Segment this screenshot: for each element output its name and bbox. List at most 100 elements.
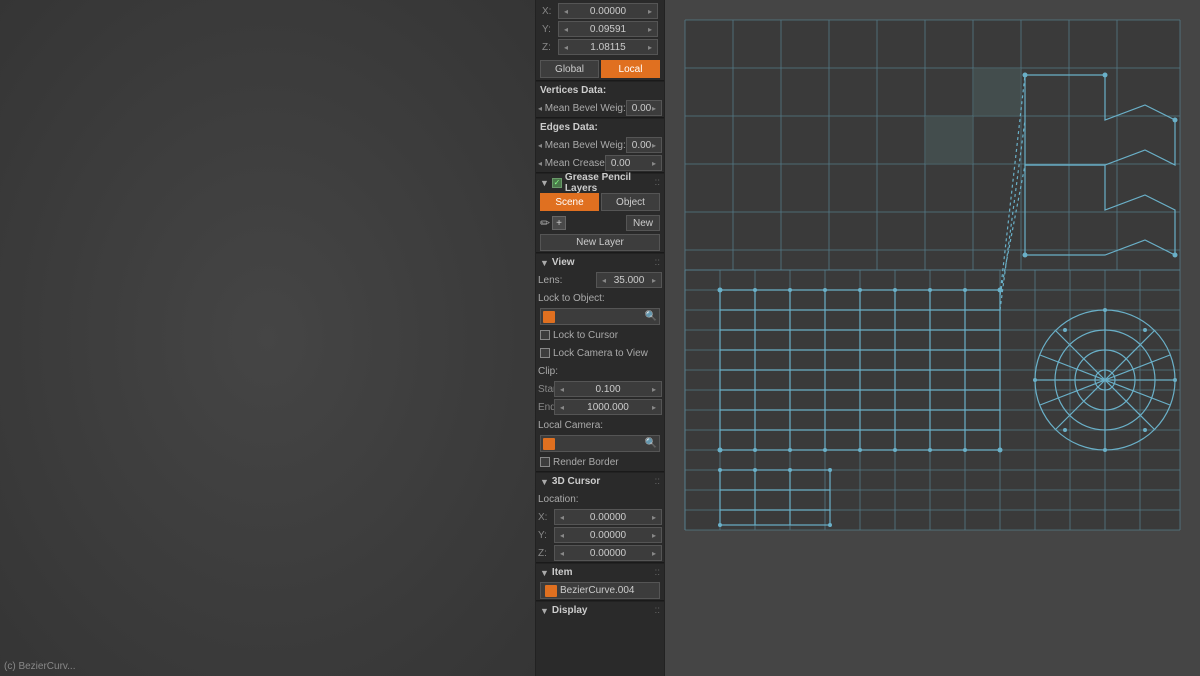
- cursor-z-input[interactable]: ◂ 0.00000 ▸: [554, 545, 662, 561]
- item-name-value: BezierCurve.004: [560, 585, 634, 596]
- lens-input[interactable]: ◂ 35.000 ▸: [596, 272, 662, 288]
- clip-end-row: End: ◂ 1000.000 ▸: [536, 398, 664, 416]
- lens-value: 35.000: [614, 275, 645, 286]
- properties-panel: X: ◂ 0.00000 ▸ Y: ◂ 0.09591 ▸ Z:: [535, 0, 665, 676]
- lock-camera-checkbox[interactable]: [540, 348, 550, 358]
- item-dots: ::: [654, 567, 660, 578]
- clip-end-input[interactable]: ◂ 1000.000 ▸: [554, 399, 662, 415]
- x-right-arrow: ▸: [648, 7, 652, 16]
- gp-check-icon: ✓: [554, 178, 561, 187]
- view-dots: ::: [654, 257, 660, 268]
- x-input[interactable]: ◂ 0.00000 ▸: [558, 3, 658, 19]
- global-tab[interactable]: Global: [540, 60, 599, 78]
- cursor-z-row: Z: ◂ 0.00000 ▸: [536, 544, 664, 562]
- local-camera-row: Local Camera:: [536, 416, 664, 434]
- y-input[interactable]: ◂ 0.09591 ▸: [558, 21, 658, 37]
- item-name-field[interactable]: BezierCurve.004: [540, 582, 660, 599]
- local-camera-search-icon: 🔍: [645, 438, 657, 449]
- lock-object-icon: [543, 311, 555, 323]
- grease-pencil-label: Grease Pencil Layers: [565, 172, 655, 194]
- lock-cursor-label: Lock to Cursor: [553, 330, 660, 341]
- viewport-uv[interactable]: [665, 0, 1200, 676]
- y-value: 0.09591: [590, 24, 626, 35]
- edges-mean-bevel-input[interactable]: 0.00 ▸: [626, 137, 662, 153]
- gp-pencil-row: ✏ + New: [536, 213, 664, 233]
- z-right-arrow: ▸: [648, 43, 652, 52]
- render-border-label: Render Border: [553, 457, 660, 468]
- gp-plus-btn[interactable]: +: [552, 216, 566, 230]
- vertices-mean-bevel-input[interactable]: 0.00 ▸: [626, 100, 662, 116]
- lock-camera-row: Lock Camera to View: [536, 344, 664, 362]
- uv-viewport-svg: [665, 0, 1200, 676]
- view-header: ▼ View ::: [536, 253, 664, 271]
- clip-start-input[interactable]: ◂ 0.100 ▸: [554, 381, 662, 397]
- cursor-y-value: 0.00000: [590, 530, 626, 541]
- mean-crease-value: 0.00: [611, 158, 630, 169]
- edges-mean-bevel-value: 0.00: [632, 140, 651, 151]
- z-input[interactable]: ◂ 1.08115 ▸: [558, 39, 658, 55]
- local-camera-field[interactable]: 🔍: [540, 435, 660, 452]
- item-icon: [545, 585, 557, 597]
- clip-end-value: 1000.000: [587, 402, 629, 413]
- object-tab[interactable]: Object: [601, 193, 660, 211]
- cursor-y-input[interactable]: ◂ 0.00000 ▸: [554, 527, 662, 543]
- coord-tab-row: Global Local: [540, 60, 660, 78]
- viewport-3d[interactable]: Y X Z (c) BezierCurv...: [0, 0, 535, 676]
- edges-data-header: Edges Data:: [536, 118, 664, 136]
- edges-data-label: Edges Data:: [540, 122, 660, 133]
- mean-crease-row: ◂ Mean Crease 0.00 ▸: [536, 154, 664, 172]
- display-label: Display: [552, 605, 655, 616]
- vertices-mean-bevel-row: ◂ Mean Bevel Weig: 0.00 ▸: [536, 99, 664, 117]
- local-camera-icon: [543, 438, 555, 450]
- local-tab[interactable]: Local: [601, 60, 660, 78]
- mean-crease-input[interactable]: 0.00 ▸: [605, 155, 662, 171]
- y-left-arrow: ◂: [564, 25, 568, 34]
- lock-cursor-row: Lock to Cursor: [536, 326, 664, 344]
- lock-search-icon: 🔍: [645, 311, 657, 322]
- cursor-z-label: Z:: [538, 548, 554, 559]
- view-triangle: ▼: [540, 258, 549, 268]
- x-left-arrow: ◂: [564, 7, 568, 16]
- lock-to-object-field[interactable]: 🔍: [540, 308, 660, 325]
- lock-camera-label: Lock Camera to View: [553, 348, 660, 359]
- x-field-row: X: ◂ 0.00000 ▸: [540, 2, 660, 20]
- z-left-arrow: ◂: [564, 43, 568, 52]
- clip-label: Clip:: [538, 366, 662, 377]
- display-dots: ::: [654, 605, 660, 616]
- viewport-background: [0, 0, 535, 676]
- vertices-mean-bevel-value: 0.00: [632, 103, 651, 114]
- gp-dots: ::: [654, 177, 660, 188]
- item-triangle: ▼: [540, 568, 549, 578]
- cursor-x-label: X:: [538, 512, 554, 523]
- new-layer-btn[interactable]: New Layer: [540, 234, 660, 251]
- lock-cursor-checkbox[interactable]: [540, 330, 550, 340]
- cursor-location-label: Location:: [538, 494, 662, 505]
- vertices-data-label: Vertices Data:: [540, 85, 660, 96]
- x-value: 0.00000: [590, 6, 626, 17]
- render-border-checkbox[interactable]: [540, 457, 550, 467]
- vmbw-right-arrow: ▸: [652, 104, 656, 113]
- display-header: ▼ Display ::: [536, 601, 664, 619]
- edges-mean-bevel-row: ◂ Mean Bevel Weig: 0.00 ▸: [536, 136, 664, 154]
- gp-new-btn[interactable]: New: [626, 215, 660, 231]
- cursor-x-value: 0.00000: [590, 512, 626, 523]
- gp-checkbox[interactable]: ✓: [552, 178, 562, 188]
- cursor-3d-header: ▼ 3D Cursor ::: [536, 472, 664, 490]
- cursor-location-row: Location:: [536, 490, 664, 508]
- z-field-row: Z: ◂ 1.08115 ▸: [540, 38, 660, 56]
- cursor-x-input[interactable]: ◂ 0.00000 ▸: [554, 509, 662, 525]
- clip-start-value: 0.100: [595, 384, 620, 395]
- cursor-y-label: Y:: [538, 530, 554, 541]
- scene-tab[interactable]: Scene: [540, 193, 599, 211]
- lens-label: Lens:: [538, 275, 596, 286]
- clip-start-row: Start: ◂ 0.100 ▸: [536, 380, 664, 398]
- lock-to-object-label: Lock to Object:: [538, 293, 662, 304]
- pencil-icon: ✏: [540, 216, 550, 230]
- location-section: X: ◂ 0.00000 ▸ Y: ◂ 0.09591 ▸ Z:: [536, 0, 664, 58]
- lens-row: Lens: ◂ 35.000 ▸: [536, 271, 664, 289]
- z-label: Z:: [542, 42, 558, 53]
- item-header: ▼ Item ::: [536, 563, 664, 581]
- clip-row: Clip:: [536, 362, 664, 380]
- render-border-row: Render Border: [536, 453, 664, 471]
- gp-triangle: ▼: [540, 178, 549, 188]
